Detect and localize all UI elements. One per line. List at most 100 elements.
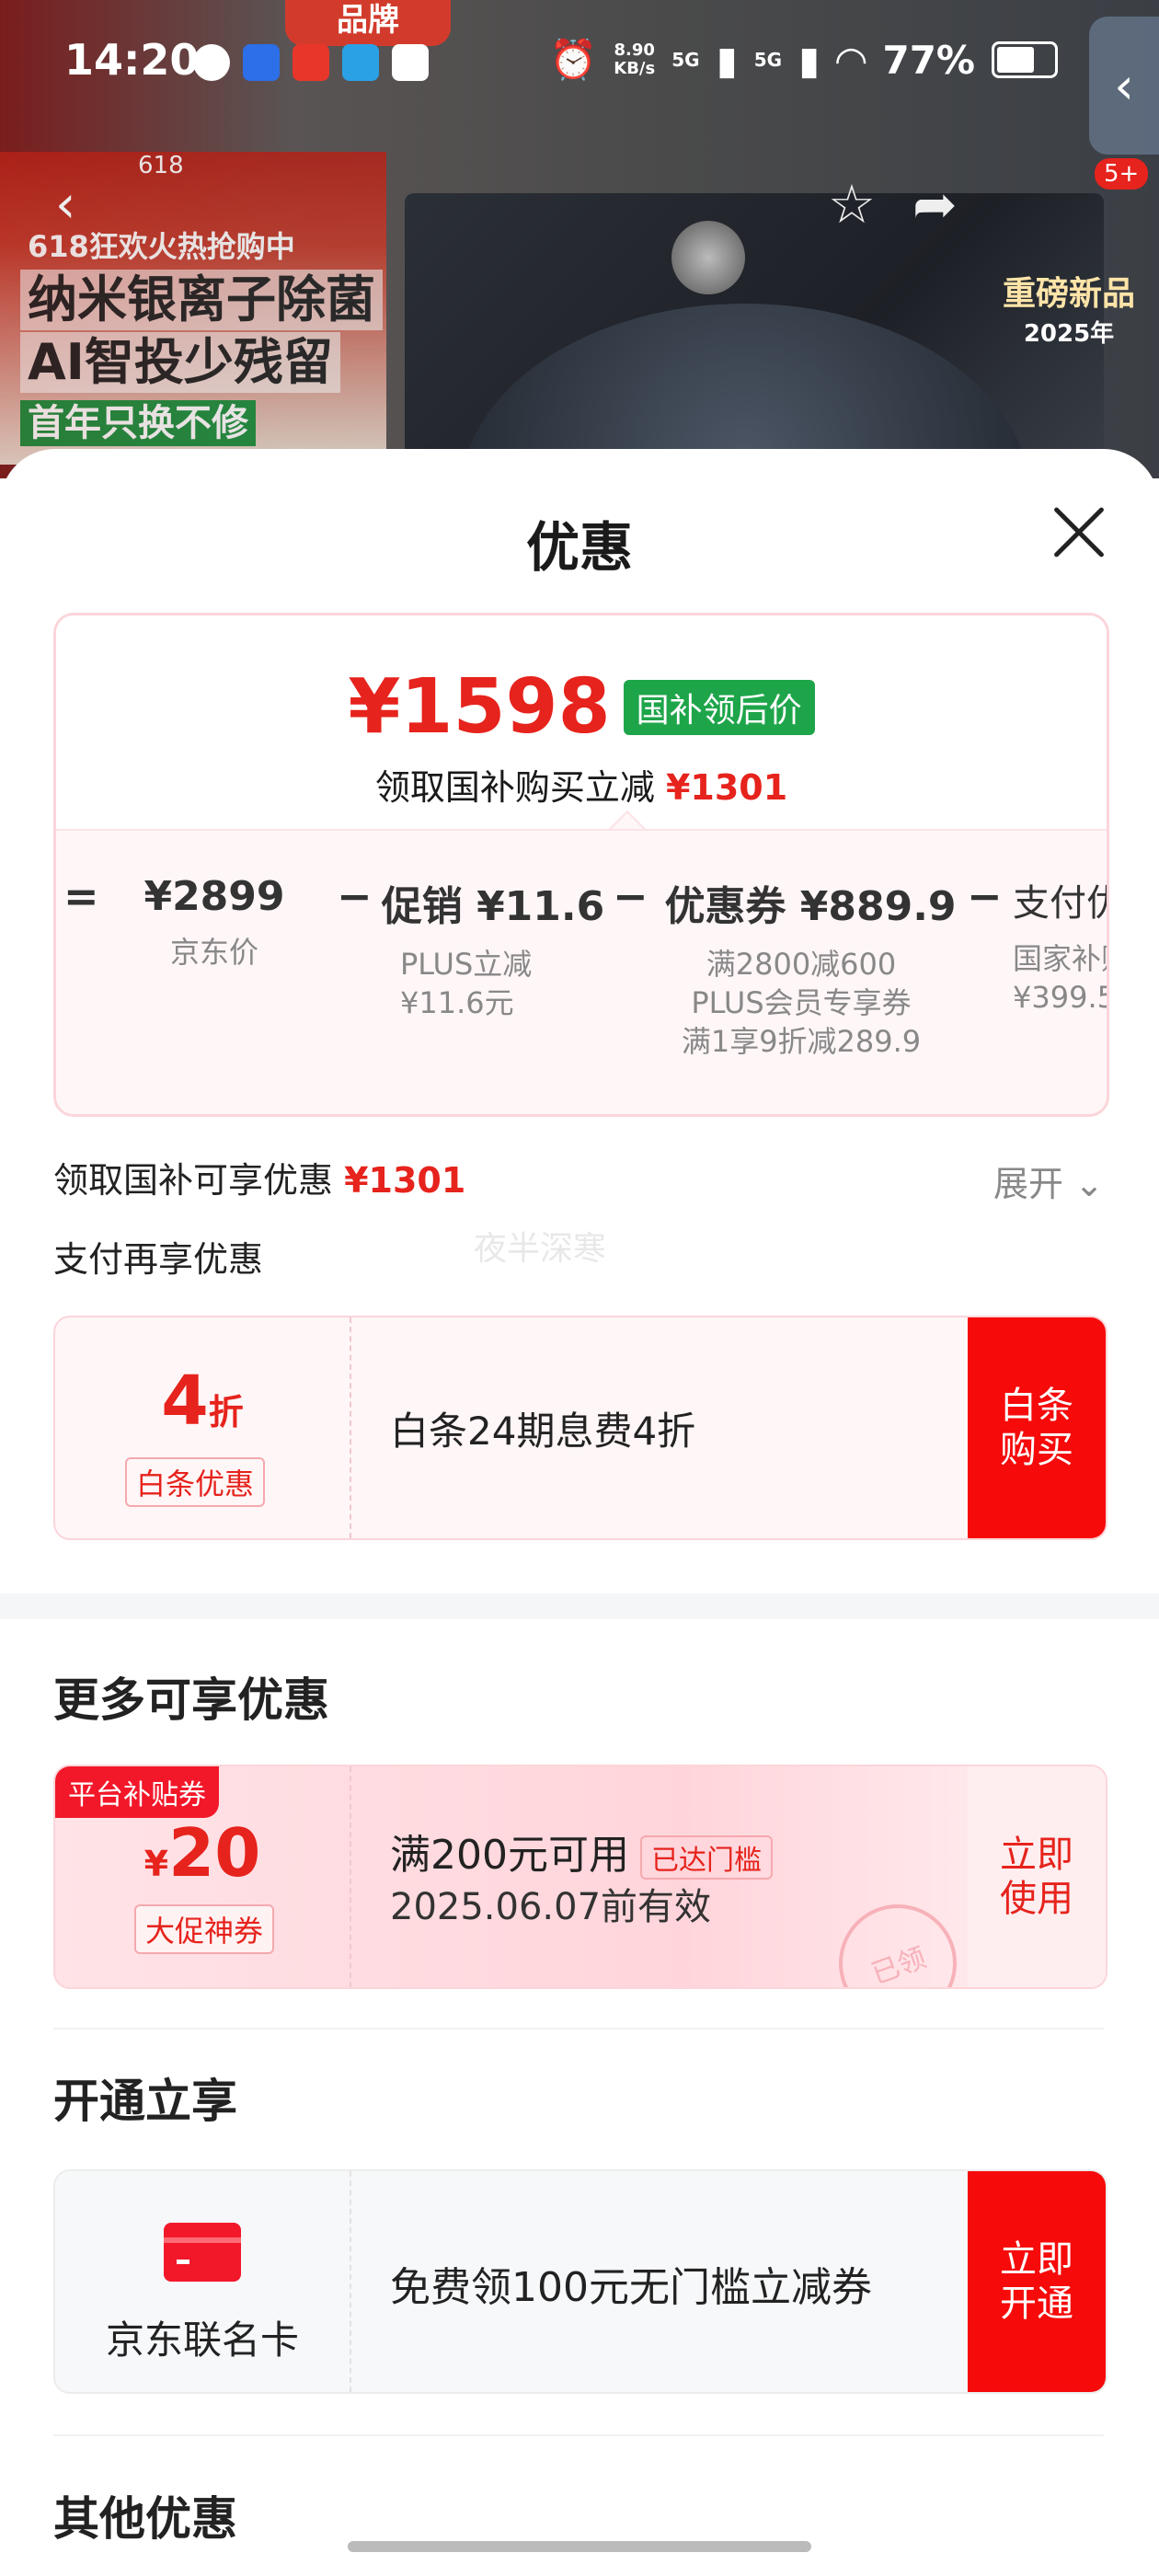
signal-icon-2: ▮ [798,37,820,83]
washer-knob [671,221,745,294]
close-icon[interactable] [1049,502,1107,561]
expand-button[interactable]: 展开 ⌄ [993,1156,1104,1206]
price-subtext-amount: ¥1301 [665,767,788,808]
formula-value: 支付优惠 [1013,882,1107,925]
platform-coupon: 平台补贴券 ¥20 大促神券 满200元可用 已达门槛 2025.06.07前有效… [53,1765,1107,1989]
watermark: 夜半深寒 [474,1230,607,1268]
final-price: ¥1598 [348,663,611,751]
baitiao-coupon-left: 4折 白条优惠 [55,1317,351,1538]
alarm-icon: ⏰ [548,37,598,82]
new-product-badge: 重磅新品 2025年 [1003,267,1135,349]
platform-coupon-body: 满200元可用 已达门槛 2025.06.07前有效 已领 [350,1766,974,1987]
signal-2-label: 5G [753,49,783,71]
formula-note-line: PLUS立减 [400,947,533,982]
promo-line-1: 纳米银离子除菌 [20,270,383,330]
coupon-condition-row: 满200元可用 已达门槛 [390,1822,773,1880]
price-card: ¥1598 国补领后价 领取国补购买立减 ¥1301 = ¥2899 京东价 − … [53,613,1109,1117]
price-tag: 国补领后价 [623,679,815,735]
formula-op: = [63,871,99,921]
jd-card-coupon: 京东联名卡 免费领100元无门槛立减券 立即开通 [53,2169,1107,2394]
jd-card-name: 京东联名卡 [105,2317,299,2363]
battery-percent: 77% [882,37,975,83]
formula-note: 满2800减600 PLUS会员专享券 满1享9折减289.9 [617,945,985,1061]
platform-coupon-amount: ¥20 [55,1814,350,1892]
washer-image [405,193,1104,478]
back-icon[interactable]: ‹ [55,175,75,235]
promo-badge: 618 [138,152,184,179]
formula-item: 支付优惠 国家补贴 ¥399.5 [976,873,1109,1017]
promo-line-3: 首年只换不修 [20,400,256,446]
jd-card-description: 免费领100元无门槛立减券 [390,2264,872,2311]
formula-item: 促销 ¥11.6 PLUS立减 ¥11.6元 [341,873,608,1022]
formula-value: ¥2899 [143,873,285,920]
chevron-left-icon: ‹ [1114,56,1134,115]
formula-note-line: 国家补贴 [1013,941,1107,976]
expand-label: 展开 [993,1164,1064,1204]
baitiao-discount-unit: 折 [208,1392,244,1432]
signal-icon: ▮ [716,37,738,83]
formula-note: 京东价 [169,935,258,970]
qq-icon [193,44,230,81]
formula-item: ¥2899 京东价 [122,873,306,972]
open-section-title: 开通立享 [53,2075,237,2128]
baitiao-discount-number: 4 [161,1362,209,1441]
discount-sheet: 优惠 ¥1598 国补领后价 领取国补购买立减 ¥1301 = ¥2899 京东价… [0,449,1159,2576]
platform-coupon-left: 平台补贴券 ¥20 大促神券 [55,1766,351,1987]
divider-line [53,2028,1104,2030]
promo-line-2: AI智投少残留 [20,332,340,393]
net-speed: 8.90 KB/s [614,41,655,78]
price-subtext: 领取国补购买立减 ¥1301 [56,759,1107,810]
baitiao-buy-button[interactable]: 白条购买 [968,1317,1106,1538]
wifi-icon: ◠ [836,37,866,83]
other-discounts-title: 其他优惠 [53,2492,237,2546]
final-price-row: ¥1598 国补领后价 [56,663,1107,751]
price-subtext-label: 领取国补购买立减 [374,767,655,808]
use-now-button[interactable]: 立即使用 [968,1766,1106,1987]
threshold-reached-badge: 已达门槛 [639,1835,773,1880]
net-speed-value: 8.90 [614,40,655,60]
status-bar: 14:20 ⏰ 8.90 KB/s 5G ▮ 5G ▮ ◠ 77% [0,0,1159,120]
platform-coupon-tag: 平台补贴券 [55,1766,219,1818]
nav-actions: ☆ ➦ [828,173,958,236]
side-panel-handle[interactable]: ‹ [1089,17,1159,155]
gov-subsidy-label: 领取国补可享优惠 [53,1160,334,1201]
formula-note: 国家补贴 ¥399.5 [976,939,1109,1017]
formula-note-line: ¥399.5 [1013,980,1109,1015]
formula-value: 优惠券 ¥889.9 [664,883,957,930]
coupon-validity: 2025.06.07前有效 [390,1886,712,1928]
formula-note: PLUS立减 ¥11.6元 [341,945,608,1022]
currency-symbol: ¥ [143,1844,169,1884]
baitiao-discount: 4折 [55,1362,350,1441]
new-badge-title: 重磅新品 [1003,275,1136,313]
baitiao-tag: 白条优惠 [125,1457,266,1507]
star-icon[interactable]: ☆ [828,173,876,236]
new-badge-year: 2025年 [1023,320,1115,348]
formula-note-line: 满1享9折减289.9 [681,1024,922,1059]
coupon-type: 大促神券 [134,1904,275,1954]
app-icon-red [293,44,329,81]
jd-card-left: 京东联名卡 [55,2171,351,2392]
sheet-title: 优惠 [525,516,633,579]
coupon-amount: 20 [168,1814,261,1892]
net-speed-unit: KB/s [614,59,656,78]
formula-note-line: PLUS会员专享券 [691,985,912,1020]
credit-card-icon [164,2223,241,2282]
price-summary: ¥1598 国补领后价 领取国补购买立减 ¥1301 [56,615,1107,829]
app-icon-blue [243,44,280,81]
open-now-button[interactable]: 立即开通 [968,2171,1106,2392]
section-divider [0,1593,1159,1619]
share-icon[interactable]: ➦ [912,173,958,236]
formula-item: 优惠券 ¥889.9 满2800减600 PLUS会员专享券 满1享9折减289… [617,873,985,1061]
price-formula[interactable]: = ¥2899 京东价 − 促销 ¥11.6 PLUS立减 ¥11.6元 − 优… [56,829,1109,1114]
battery-icon [992,41,1058,78]
notification-badge: 5+ [1095,158,1149,190]
jd-card-body: 免费领100元无门槛立减券 [350,2171,968,2392]
gov-subsidy-amount: ¥1301 [344,1160,466,1201]
baitiao-description: 白条24期息费4折 [390,1409,696,1454]
more-discounts-title: 更多可享优惠 [53,1673,329,1727]
app-icon-white [392,44,429,81]
pay-again-label: 支付再享优惠 [53,1239,264,1280]
gov-subsidy-row: 领取国补可享优惠 ¥1301 [53,1152,465,1202]
formula-note-line: 满2800减600 [706,947,897,982]
home-indicator[interactable] [348,2541,811,2552]
